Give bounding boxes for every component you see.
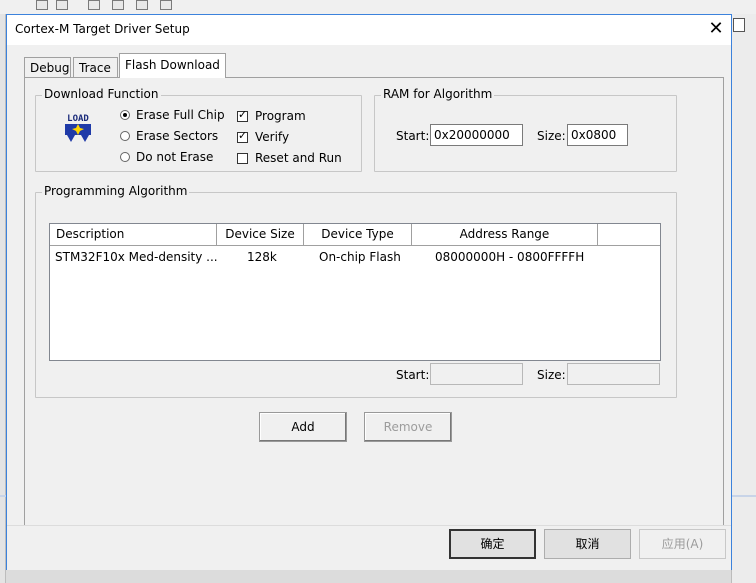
row-description: STM32F10x Med-density ...: [55, 250, 218, 264]
column-device-type[interactable]: Device Type: [304, 224, 412, 245]
list-header: Description Device Size Device Type Addr…: [50, 224, 660, 246]
algorithm-list[interactable]: Description Device Size Device Type Addr…: [49, 223, 661, 361]
ram-size-label: Size:: [537, 129, 566, 143]
check-mark-icon: ✓: [238, 108, 248, 121]
row-device-type: On-chip Flash: [319, 250, 401, 264]
do-not-erase-radio[interactable]: [120, 152, 130, 162]
column-address-range[interactable]: Address Range: [412, 224, 598, 245]
close-icon[interactable]: ✕: [701, 15, 731, 43]
erase-full-chip-radio[interactable]: [120, 110, 130, 120]
check-mark-icon: ✓: [238, 129, 248, 142]
apply-button[interactable]: 应用(A): [639, 529, 726, 559]
reset-and-run-label[interactable]: Reset and Run: [255, 151, 342, 165]
background-toolbar: [0, 0, 756, 14]
erase-sectors-radio[interactable]: [120, 131, 130, 141]
row-address-range: 08000000H - 0800FFFFH: [435, 250, 585, 264]
column-device-size[interactable]: Device Size: [217, 224, 304, 245]
toolbar-icon[interactable]: [112, 0, 124, 10]
verify-label[interactable]: Verify: [255, 130, 289, 144]
algorithm-size-input[interactable]: [567, 363, 660, 385]
background-divider: [731, 495, 756, 497]
tab-trace[interactable]: Trace: [73, 57, 118, 77]
column-description[interactable]: Description: [50, 224, 217, 245]
group-title: Download Function: [42, 87, 161, 101]
ram-start-input[interactable]: 0x20000000: [430, 124, 523, 146]
algorithm-start-label: Start:: [396, 368, 430, 382]
add-button[interactable]: Add: [259, 412, 347, 442]
toolbar-icon[interactable]: [56, 0, 68, 10]
remove-button[interactable]: Remove: [364, 412, 452, 442]
verify-checkbox[interactable]: ✓: [237, 129, 248, 143]
ok-button[interactable]: 确定: [449, 529, 536, 559]
reset-and-run-checkbox[interactable]: [237, 153, 248, 164]
svg-text:LOAD: LOAD: [67, 114, 89, 124]
background-right-panel: [731, 14, 756, 583]
erase-sectors-label[interactable]: Erase Sectors: [136, 129, 218, 143]
algorithm-start-input[interactable]: [430, 363, 523, 385]
cancel-button[interactable]: 取消: [544, 529, 631, 559]
load-icon: LOAD: [62, 111, 94, 143]
dialog-title: Cortex-M Target Driver Setup: [15, 22, 190, 36]
row-device-size: 128k: [247, 250, 277, 264]
group-title: RAM for Algorithm: [381, 87, 495, 101]
toolbar-icon[interactable]: [88, 0, 100, 10]
algorithm-size-label: Size:: [537, 368, 566, 382]
erase-full-chip-label[interactable]: Erase Full Chip: [136, 108, 225, 122]
toolbar-icon[interactable]: [160, 0, 172, 10]
toolbar-icon[interactable]: [36, 0, 48, 10]
split-window-icon[interactable]: [733, 18, 745, 32]
program-label[interactable]: Program: [255, 109, 306, 123]
title-bar: Cortex-M Target Driver Setup ✕: [7, 15, 731, 45]
program-checkbox[interactable]: ✓: [237, 108, 248, 122]
ram-size-input[interactable]: 0x0800: [567, 124, 628, 146]
tab-flash-download[interactable]: Flash Download: [119, 53, 226, 78]
do-not-erase-label[interactable]: Do not Erase: [136, 150, 213, 164]
target-driver-setup-dialog: Cortex-M Target Driver Setup ✕ Debug Tra…: [6, 14, 732, 570]
group-title: Programming Algorithm: [42, 184, 190, 198]
ram-start-label: Start:: [396, 129, 430, 143]
tab-debug[interactable]: Debug: [24, 57, 71, 77]
toolbar-icon[interactable]: [136, 0, 148, 10]
